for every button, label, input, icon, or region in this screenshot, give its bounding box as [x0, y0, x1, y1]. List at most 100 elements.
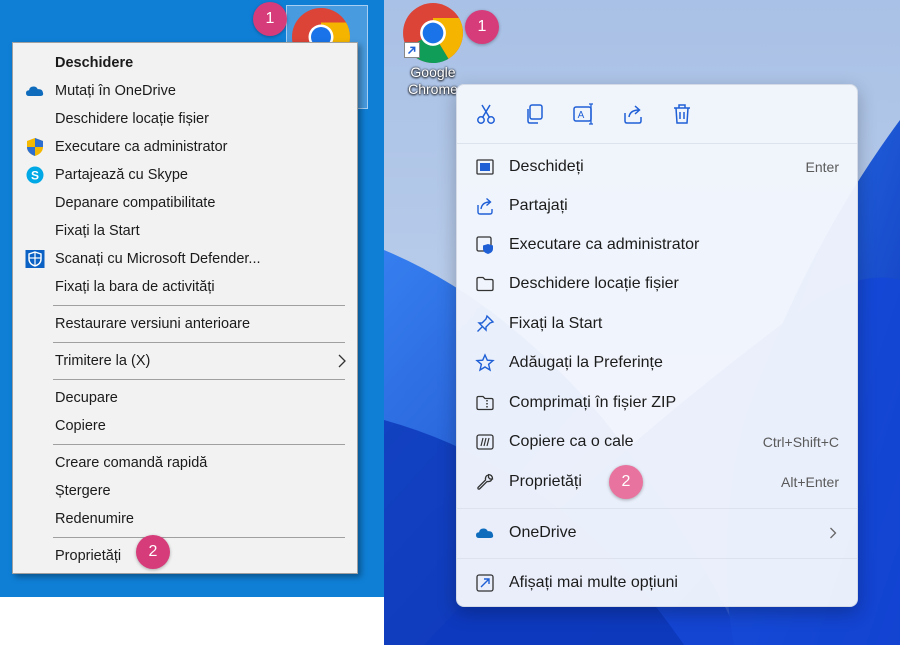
star-icon: [475, 353, 495, 372]
menu-separator: [53, 305, 345, 306]
delete-icon[interactable]: [669, 101, 695, 127]
share-icon: [477, 197, 493, 215]
menu-item-label: Partajați: [509, 197, 568, 214]
onedrive-cloud-icon: [476, 528, 494, 538]
onedrive-cloud-icon: [26, 86, 44, 96]
menu-separator: [457, 558, 857, 559]
uac-shield-icon: [27, 138, 43, 156]
menu-item-restore-versions[interactable]: Restaurare versiuni anterioare: [13, 310, 357, 338]
windows10-desktop: 1 Deschidere Mutați în OneDrive Deschide…: [0, 0, 385, 597]
shortcut-arrow-icon: [404, 42, 420, 58]
chevron-right-icon: [830, 527, 837, 539]
menu-item-label: Ștergere: [55, 483, 111, 499]
quick-actions-toolbar: A: [457, 85, 857, 143]
menu-item-troubleshoot[interactable]: Depanare compatibilitate: [13, 189, 357, 217]
menu-item-label: Copiere: [55, 418, 106, 434]
svg-text:S: S: [31, 169, 39, 183]
chevron-right-icon: [338, 354, 346, 368]
pin-icon: [477, 314, 495, 332]
menu-item-label: Decupare: [55, 390, 118, 406]
menu-item-label: Executare ca administrator: [55, 139, 228, 155]
menu-item-label: Deschidere locație fișier: [55, 111, 209, 127]
step-badge-2: 2: [609, 465, 643, 499]
menu-item-copy[interactable]: Copiere: [13, 412, 357, 440]
menu-item-add-favorites[interactable]: Adăugați la Preferințe: [457, 344, 857, 382]
menu-item-label: Comprimați în fișier ZIP: [509, 394, 677, 411]
menu-item-label: Proprietăți: [509, 473, 582, 490]
menu-separator: [457, 143, 857, 144]
menu-item-move-to-onedrive[interactable]: Mutați în OneDrive: [13, 77, 357, 105]
menu-item-label: Fixați la bara de activități: [55, 279, 215, 295]
menu-item-label: Copiere ca o cale: [509, 433, 634, 450]
menu-item-run-as-admin[interactable]: Executare ca administrator: [13, 133, 357, 161]
menu-item-share[interactable]: Partajați: [457, 187, 857, 225]
menu-item-label: Proprietăți: [55, 548, 122, 564]
menu-item-pin-start[interactable]: Fixați la Start: [457, 305, 857, 343]
menu-item-label: Redenumire: [55, 511, 134, 527]
zip-folder-icon: [476, 395, 494, 411]
menu-item-share-skype[interactable]: S Partajează cu Skype: [13, 161, 357, 189]
menu-item-label: Executare ca administrator: [509, 236, 700, 253]
menu-separator: [53, 379, 345, 380]
menu-item-label: Fixați la Start: [509, 315, 603, 332]
menu-item-label: Trimitere la (X): [55, 353, 151, 369]
cut-icon[interactable]: [473, 101, 499, 127]
context-menu-win10: Deschidere Mutați în OneDrive Deschidere…: [12, 42, 358, 574]
rename-icon[interactable]: A: [571, 101, 597, 127]
menu-item-label: Deschidere locație fișier: [509, 275, 679, 292]
menu-item-onedrive[interactable]: OneDrive: [457, 514, 857, 552]
menu-item-cut[interactable]: Decupare: [13, 384, 357, 412]
menu-item-delete[interactable]: Ștergere: [13, 477, 357, 505]
menu-item-label: OneDrive: [509, 524, 577, 541]
menu-item-rename[interactable]: Redenumire: [13, 505, 357, 533]
shortcut-label: Enter: [805, 159, 839, 175]
copy-icon[interactable]: [522, 101, 548, 127]
menu-item-label: Depanare compatibilitate: [55, 195, 216, 211]
menu-separator: [53, 537, 345, 538]
copy-path-icon: [476, 434, 494, 450]
menu-item-label: Restaurare versiuni anterioare: [55, 316, 251, 332]
menu-item-pin-taskbar[interactable]: Fixați la bara de activități: [13, 273, 357, 301]
menu-item-open-file-location[interactable]: Deschidere locație fișier: [457, 265, 857, 303]
menu-item-label: Partajează cu Skype: [55, 167, 188, 183]
menu-item-label: Deschidere: [55, 55, 134, 71]
skype-icon: S: [26, 166, 44, 184]
menu-item-open[interactable]: Deschideți Enter: [457, 148, 857, 186]
menu-separator: [53, 444, 345, 445]
context-menu-win11: A Deschideți Enter Partajați Executare c…: [456, 84, 858, 607]
step-badge-1: 1: [253, 2, 287, 36]
admin-window-shield-icon: [476, 236, 493, 254]
menu-item-label: Creare comandă rapidă: [55, 455, 208, 471]
menu-item-properties[interactable]: Proprietăți Alt+Enter: [457, 463, 857, 501]
menu-item-defender-scan[interactable]: Scanați cu Microsoft Defender...: [13, 245, 357, 273]
menu-item-send-to[interactable]: Trimitere la (X): [13, 347, 357, 375]
menu-item-label: Deschideți: [509, 158, 584, 175]
step-badge-1: 1: [465, 10, 499, 44]
wrench-icon: [477, 473, 494, 490]
folder-icon: [476, 276, 494, 292]
menu-item-label: Adăugați la Preferințe: [509, 354, 663, 371]
menu-item-label: Afișați mai multe opțiuni: [509, 574, 678, 591]
menu-item-create-shortcut[interactable]: Creare comandă rapidă: [13, 449, 357, 477]
open-window-icon: [476, 159, 494, 175]
menu-item-open-file-location[interactable]: Deschidere locație fișier: [13, 105, 357, 133]
windows11-desktop: Google Chrome 1 A Deschideți Enter Parta…: [384, 0, 900, 645]
defender-icon: [25, 250, 45, 268]
menu-item-compress-zip[interactable]: Comprimați în fișier ZIP: [457, 384, 857, 422]
shortcut-label: Alt+Enter: [781, 474, 839, 490]
menu-item-label: Fixați la Start: [55, 223, 140, 239]
menu-item-show-more-options[interactable]: Afișați mai multe opțiuni: [457, 564, 857, 602]
shortcut-label: Ctrl+Shift+C: [762, 434, 839, 450]
share-icon[interactable]: [620, 101, 646, 127]
menu-item-pin-start[interactable]: Fixați la Start: [13, 217, 357, 245]
menu-item-label: Scanați cu Microsoft Defender...: [55, 251, 261, 267]
menu-item-copy-as-path[interactable]: Copiere ca o cale Ctrl+Shift+C: [457, 423, 857, 461]
expand-window-icon: [476, 574, 494, 592]
menu-separator: [53, 342, 345, 343]
menu-item-open[interactable]: Deschidere: [13, 49, 357, 77]
menu-item-run-as-admin[interactable]: Executare ca administrator: [457, 226, 857, 264]
step-badge-2: 2: [136, 535, 170, 569]
menu-item-label: Mutați în OneDrive: [55, 83, 176, 99]
menu-item-properties[interactable]: Proprietăți: [13, 542, 357, 570]
menu-separator: [457, 508, 857, 509]
